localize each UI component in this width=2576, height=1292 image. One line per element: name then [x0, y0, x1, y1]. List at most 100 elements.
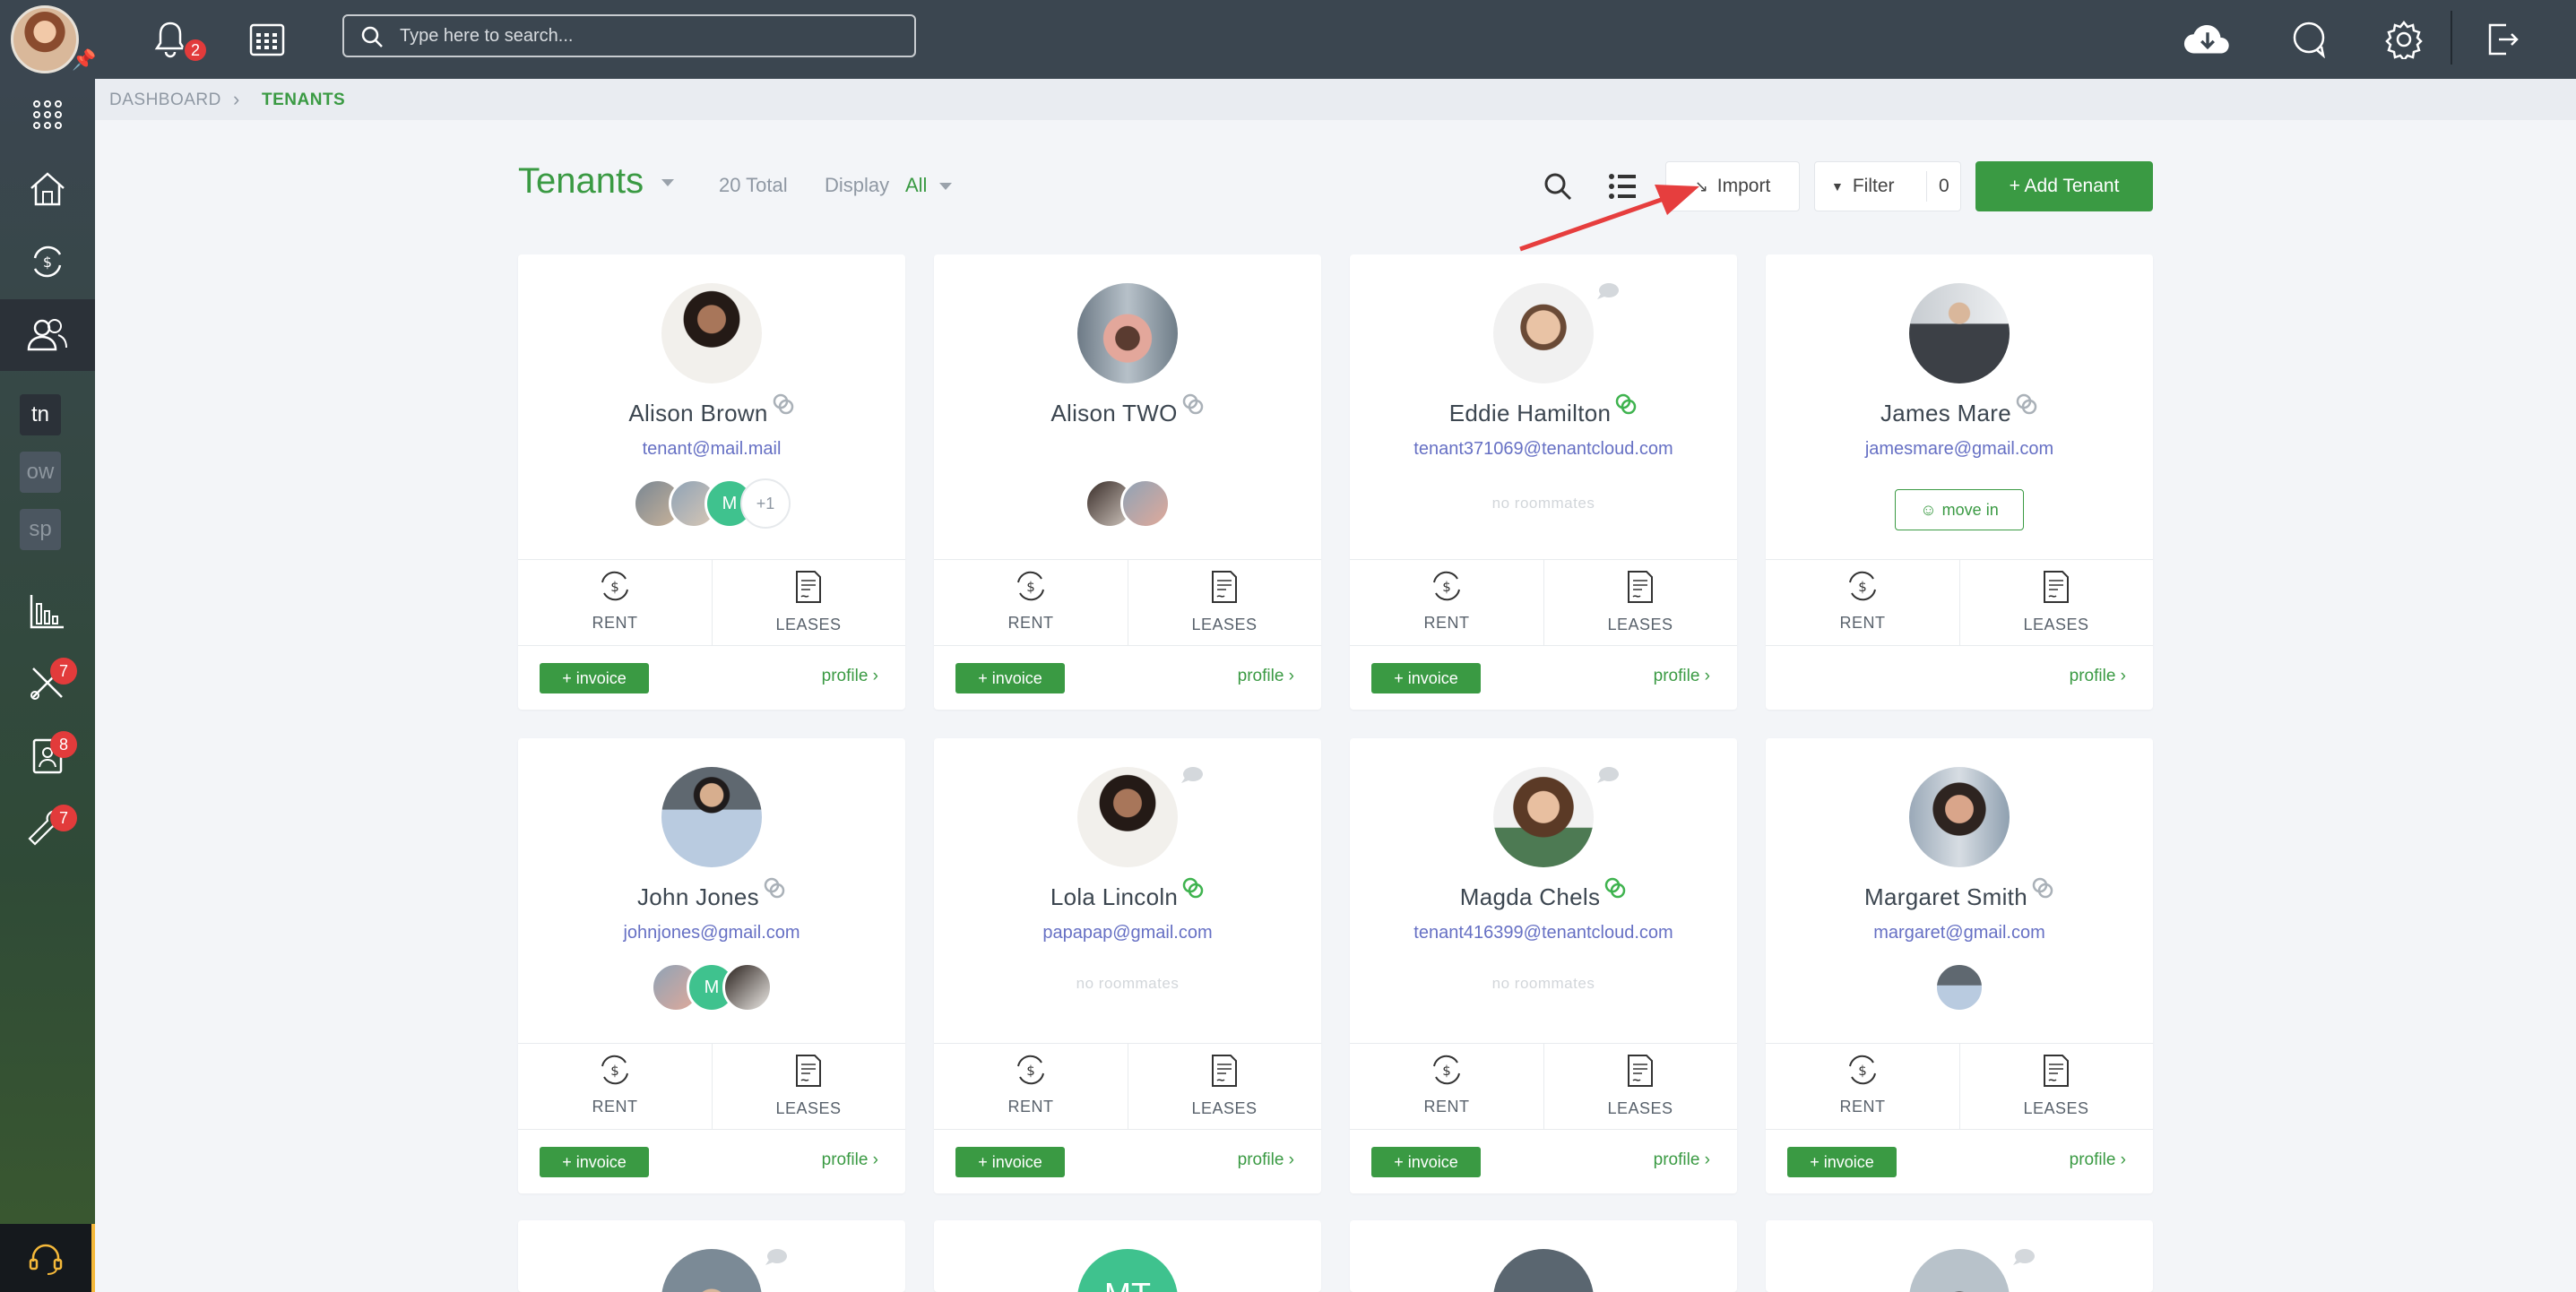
roommate-avatar[interactable]: [1934, 962, 1984, 1012]
chat-bubble-icon[interactable]: [1180, 765, 1205, 785]
sidebar-item-maintenance[interactable]: [0, 647, 95, 719]
sidebar-item-reports[interactable]: [0, 575, 95, 647]
search-toggle-icon[interactable]: [1538, 167, 1578, 206]
user-avatar[interactable]: [11, 5, 79, 73]
add-invoice-button[interactable]: + invoice: [955, 663, 1065, 693]
profile-link[interactable]: profile ›: [822, 667, 878, 686]
rent-action[interactable]: $ RENT: [934, 1054, 1128, 1116]
roommate-avatar[interactable]: [1120, 478, 1171, 529]
breadcrumb-dashboard[interactable]: DASHBOARD: [109, 90, 221, 110]
add-invoice-button[interactable]: + invoice: [1787, 1147, 1897, 1177]
cloud-download-icon[interactable]: [2182, 16, 2234, 63]
leases-action[interactable]: LEASES: [712, 570, 905, 634]
tenant-photo[interactable]: [1077, 283, 1178, 383]
tenant-name[interactable]: Magda Chels: [1460, 883, 1601, 910]
rent-action[interactable]: $ RENT: [518, 570, 712, 633]
profile-link[interactable]: profile ›: [2070, 667, 2126, 686]
logout-icon[interactable]: [2479, 16, 2526, 63]
page-title[interactable]: Tenants: [518, 161, 644, 202]
calendar-icon[interactable]: [244, 16, 290, 63]
rent-action[interactable]: $ RENT: [518, 1054, 712, 1116]
tenant-email[interactable]: tenant416399@tenantcloud.com: [1350, 923, 1737, 943]
tenant-name[interactable]: Alison TWO: [1050, 400, 1177, 426]
filter-button[interactable]: ▼ Filter 0: [1814, 161, 1961, 211]
leases-action[interactable]: LEASES: [1959, 1054, 2153, 1118]
add-invoice-button[interactable]: + invoice: [1371, 1147, 1481, 1177]
rent-action[interactable]: $ RENT: [1766, 1054, 1959, 1116]
leases-action[interactable]: LEASES: [1128, 1054, 1321, 1118]
sidebar-item-accounting[interactable]: $: [0, 226, 95, 297]
tenant-name[interactable]: John Jones: [637, 883, 759, 910]
tenant-name[interactable]: Lola Lincoln: [1050, 883, 1178, 910]
tenant-name[interactable]: Eddie Hamilton: [1449, 400, 1612, 426]
roommate-avatar[interactable]: [722, 962, 773, 1012]
profile-link[interactable]: profile ›: [1238, 667, 1294, 686]
tenant-photo[interactable]: [1077, 767, 1178, 867]
tenant-email[interactable]: tenant@mail.mail: [518, 439, 905, 460]
tenant-photo[interactable]: [1909, 767, 2010, 867]
search-input[interactable]: [400, 23, 902, 48]
filter-label: Filter: [1852, 176, 1895, 196]
tenant-email[interactable]: margaret@gmail.com: [1766, 923, 2153, 943]
move-in-button[interactable]: ☺ move in: [1895, 489, 2024, 530]
tenant-photo[interactable]: [1493, 283, 1594, 383]
search-box[interactable]: [342, 14, 916, 57]
leases-action[interactable]: LEASES: [1959, 570, 2153, 634]
tenant-email[interactable]: tenant371069@tenantcloud.com: [1350, 439, 1737, 460]
chat-bubble-icon[interactable]: [2011, 1247, 2036, 1267]
leases-action[interactable]: LEASES: [1128, 570, 1321, 634]
pin-icon[interactable]: 📌: [72, 48, 96, 72]
add-invoice-button[interactable]: + invoice: [955, 1147, 1065, 1177]
title-dropdown-icon[interactable]: [661, 179, 674, 186]
rent-action[interactable]: $ RENT: [1350, 1054, 1543, 1116]
leases-action[interactable]: LEASES: [1543, 1054, 1737, 1118]
sidebar-item-tools[interactable]: [0, 794, 95, 866]
tenant-email[interactable]: johnjones@gmail.com: [518, 923, 905, 943]
sidebar-item-sp[interactable]: sp: [20, 509, 61, 550]
profile-link[interactable]: profile ›: [822, 1150, 878, 1170]
support-button[interactable]: [0, 1224, 95, 1292]
tenant-photo[interactable]: [661, 1249, 762, 1292]
display-select[interactable]: All: [905, 174, 927, 197]
tenant-photo[interactable]: MT: [1077, 1249, 1178, 1292]
sidebar-item-ow[interactable]: ow: [20, 452, 61, 493]
leases-action[interactable]: LEASES: [712, 1054, 905, 1118]
sidebar-item-applications[interactable]: [0, 720, 95, 792]
list-view-icon[interactable]: [1603, 167, 1642, 206]
profile-link[interactable]: profile ›: [2070, 1150, 2126, 1170]
tenant-email[interactable]: papapap@gmail.com: [934, 923, 1321, 943]
add-invoice-button[interactable]: + invoice: [540, 1147, 649, 1177]
sidebar-item-tenants[interactable]: [0, 299, 95, 371]
tenant-photo[interactable]: [1493, 767, 1594, 867]
chat-icon[interactable]: [2286, 16, 2332, 63]
sidebar-item-properties[interactable]: [0, 152, 95, 224]
tenant-photo[interactable]: [661, 283, 762, 383]
roommates-more[interactable]: +1: [740, 478, 791, 529]
tenant-name[interactable]: Margaret Smith: [1864, 883, 2027, 910]
sidebar-item-tn[interactable]: tn: [20, 394, 61, 435]
tenant-name[interactable]: Alison Brown: [628, 400, 767, 426]
sidebar-item-apps[interactable]: [0, 79, 95, 151]
chat-bubble-icon[interactable]: [764, 1247, 789, 1267]
tenant-photo[interactable]: [661, 767, 762, 867]
add-invoice-button[interactable]: + invoice: [1371, 663, 1481, 693]
tenant-photo[interactable]: [1493, 1249, 1594, 1292]
leases-action[interactable]: LEASES: [1543, 570, 1737, 634]
tenant-email[interactable]: jamesmare@gmail.com: [1766, 439, 2153, 460]
chat-bubble-icon[interactable]: [1595, 765, 1621, 785]
add-invoice-button[interactable]: + invoice: [540, 663, 649, 693]
profile-link[interactable]: profile ›: [1238, 1150, 1294, 1170]
rent-action[interactable]: $ RENT: [1350, 570, 1543, 633]
gear-icon[interactable]: [2381, 16, 2427, 63]
chat-bubble-icon[interactable]: [1595, 281, 1621, 301]
tenant-photo[interactable]: [1909, 1249, 2010, 1292]
tenant-photo[interactable]: [1909, 283, 2010, 383]
import-button[interactable]: ↘ Import: [1665, 161, 1800, 211]
tenant-name[interactable]: James Mare: [1880, 400, 2011, 426]
add-tenant-button[interactable]: + Add Tenant: [1975, 161, 2153, 211]
profile-link[interactable]: profile ›: [1654, 1150, 1710, 1170]
rent-action[interactable]: $ RENT: [934, 570, 1128, 633]
profile-link[interactable]: profile ›: [1654, 667, 1710, 686]
rent-action[interactable]: $ RENT: [1766, 570, 1959, 633]
display-dropdown-icon[interactable]: [939, 183, 952, 190]
